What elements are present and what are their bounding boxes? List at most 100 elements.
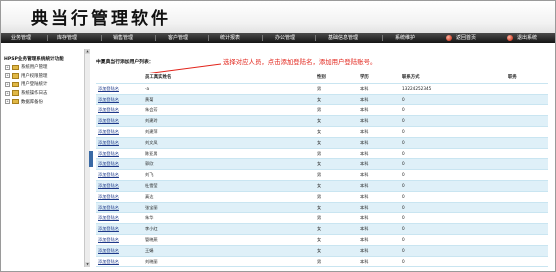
cell-contact: 13224252345 (402, 85, 432, 91)
cell-gender: 男 (317, 150, 322, 156)
cell-contact: 0 (402, 96, 405, 102)
cell-education: 本科 (360, 139, 369, 145)
add-login-name-link[interactable]: 添加登陆名 (98, 105, 119, 115)
add-login-name-link[interactable]: 添加登陆名 (98, 138, 119, 148)
table-row: 添加登陆名 张宝丽 女 本科 0 (96, 202, 548, 214)
cell-gender: 男 (317, 85, 322, 91)
nav-sales[interactable]: 销售管理 (113, 33, 133, 43)
cell-name: 管晓燕 (145, 236, 158, 242)
cell-education: 本科 (360, 150, 369, 156)
cell-gender: 女 (317, 247, 322, 253)
cell-education: 本科 (360, 128, 369, 134)
nav-separator (101, 35, 102, 41)
add-login-name-link[interactable]: 添加登陆名 (98, 257, 119, 267)
cell-education: 本科 (360, 193, 369, 199)
sidebar-item-user-management[interactable]: + 系统用户管理 (5, 63, 47, 72)
add-login-name-link[interactable]: 添加登陆名 (98, 203, 119, 213)
cell-contact: 0 (402, 215, 405, 221)
cell-contact: 0 (402, 118, 405, 124)
nav-business[interactable]: 业务管理 (11, 33, 31, 43)
sidebar-item-operation-log[interactable]: + 系统操作日志 (5, 89, 47, 98)
folder-icon (12, 81, 19, 88)
cell-name: 王娟 (145, 247, 154, 253)
table-row: 添加登陆名 刘建萍 女 本科 0 (96, 127, 548, 138)
nav-separator (382, 35, 383, 41)
nav-separator (262, 35, 263, 41)
cell-education: 本科 (360, 247, 369, 253)
cell-name: 刘飞 (145, 172, 154, 178)
cell-gender: 女 (317, 236, 322, 242)
cell-gender: 女 (317, 182, 322, 188)
column-header-gender: 性别 (317, 75, 326, 80)
nav-customers[interactable]: 客户管理 (168, 33, 188, 43)
cell-name: 黄菊 (145, 96, 154, 102)
sidebar-item-label: 用户登陆统计 (21, 82, 48, 88)
nav-separator (315, 35, 316, 41)
add-login-name-link[interactable]: 添加登陆名 (98, 235, 119, 245)
cell-gender: 女 (317, 128, 322, 134)
nav-reports[interactable]: 统计报表 (220, 33, 240, 43)
cell-contact: 0 (402, 172, 405, 178)
top-nav: 业务管理 库存管理 销售管理 客户管理 统计报表 办公管理 基础信息管理 系统维… (1, 33, 555, 43)
add-login-name-link[interactable]: 添加登陆名 (98, 213, 119, 223)
add-login-name-link[interactable]: 添加登陆名 (98, 246, 119, 256)
home-icon (446, 35, 452, 41)
expand-icon[interactable]: + (5, 81, 10, 87)
cell-name: 朱会芳 (145, 107, 158, 113)
sidebar-item-login-stats[interactable]: + 用户登陆统计 (5, 80, 47, 89)
cell-gender: 男 (317, 193, 322, 199)
expand-icon[interactable]: + (5, 90, 10, 96)
nav-home[interactable]: 返回首页 (456, 33, 476, 43)
add-login-name-link[interactable]: 添加登陆名 (98, 127, 119, 137)
sidebar-item-label: 系统操作日志 (21, 91, 48, 97)
add-login-name-link[interactable]: 添加登陆名 (98, 95, 119, 105)
cell-name: 真达 (145, 193, 154, 199)
nav-maintenance[interactable]: 系统维护 (395, 33, 415, 43)
add-login-name-link[interactable]: 添加登陆名 (98, 116, 119, 126)
sidebar-item-db-backup[interactable]: + 数据库备份 (5, 97, 47, 106)
add-login-name-link[interactable]: 添加登陆名 (98, 181, 119, 191)
nav-separator (208, 35, 209, 41)
cell-gender: 女 (317, 161, 322, 167)
nav-inventory[interactable]: 库存管理 (57, 33, 77, 43)
folder-icon (12, 90, 19, 96)
expand-icon[interactable]: + (5, 99, 10, 105)
nav-basic-info[interactable]: 基础信息管理 (328, 33, 358, 43)
cell-name: 刘文凤 (145, 139, 158, 145)
table-row: 添加登陆名 -a 男 本科 13224252345 (96, 84, 548, 95)
cell-gender: 女 (317, 139, 322, 145)
cell-name: 杜雪莹 (145, 182, 158, 188)
expand-icon[interactable]: + (5, 64, 10, 70)
expand-icon[interactable]: + (5, 73, 10, 79)
cell-contact: 0 (402, 193, 405, 199)
add-login-name-link[interactable]: 添加登陆名 (98, 170, 119, 180)
cell-education: 本科 (360, 161, 369, 167)
user-table: 员工真实姓名 性别 学历 联系方式 职务 添加登陆名 -a 男本科 132242523… (96, 73, 548, 268)
cell-gender: 女 (317, 204, 322, 210)
header-banner: 典当行管理软件 (1, 1, 555, 33)
cell-contact: 0 (402, 107, 405, 113)
add-login-name-link[interactable]: 添加登陆名 (98, 224, 119, 234)
sidebar: HPSP业务管理系统统计功能 + 系统用户管理 + 用户权限管理 + 用户登陆统计 +… (1, 43, 89, 271)
scroll-down-icon[interactable]: ▼ (85, 262, 90, 267)
nav-logout[interactable]: 退出系统 (517, 33, 537, 43)
cell-gender: 男 (317, 172, 322, 178)
add-login-name-link[interactable]: 添加登陆名 (98, 192, 119, 202)
sidebar-item-permissions[interactable]: + 用户权限管理 (5, 72, 47, 81)
add-login-name-link[interactable]: 添加登陆名 (98, 149, 119, 159)
nav-office[interactable]: 办公管理 (275, 33, 295, 43)
scroll-up-icon[interactable]: ▲ (85, 49, 90, 54)
cell-name: 郭欣 (145, 161, 154, 167)
cell-contact: 0 (402, 247, 405, 253)
add-login-name-link[interactable]: 添加登陆名 (98, 84, 119, 94)
cell-gender: 女 (317, 226, 322, 232)
table-row: 添加登陆名 王娟 女 本科 0 (96, 245, 548, 257)
table-row: 添加登陆名 郭欣 女 本科 0 (96, 159, 548, 171)
table-row: 添加登陆名 杜雪莹 女 本科 0 (96, 180, 548, 192)
table-row: 添加登陆名 黄菊 女 本科 0 (96, 94, 548, 106)
cell-education: 本科 (360, 226, 369, 232)
instruction-annotation: 选择对应人员，点击添加登陆名，添加用户登陆账号。 (223, 58, 377, 66)
table-row: 添加登陆名 真达 男 本科 0 (96, 192, 548, 203)
cell-education: 本科 (360, 118, 369, 124)
add-login-name-link[interactable]: 添加登陆名 (98, 159, 119, 169)
